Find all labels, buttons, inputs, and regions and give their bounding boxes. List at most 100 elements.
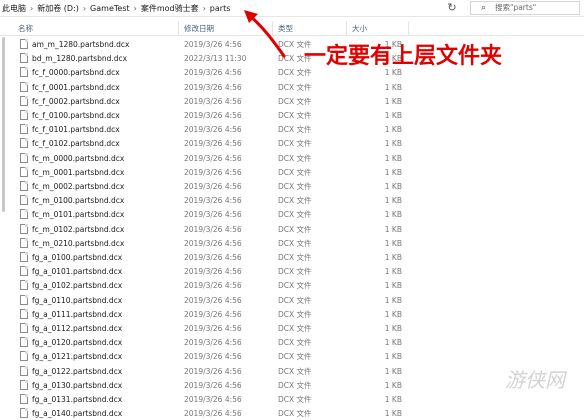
list-item[interactable]: fg_a_0111.partsbnd.dcx 2019/3/26 4:56 DCX …	[0, 308, 584, 321]
file-modified: 2019/3/26 4:56	[184, 395, 242, 404]
column-header-size[interactable]: 大小	[352, 23, 367, 34]
file-type: DCX 文件	[278, 338, 312, 348]
breadcrumb-parts[interactable]: parts	[208, 2, 233, 15]
file-icon	[20, 110, 28, 120]
chevron-right-icon: ›	[202, 4, 206, 13]
file-name: fc_m_0002.partsbnd.dcx	[32, 182, 125, 191]
breadcrumb-drive-d[interactable]: 新加卷 (D:)	[35, 2, 81, 15]
list-item[interactable]: fg_a_0112.partsbnd.dcx 2019/3/26 4:56 DCX …	[0, 322, 584, 335]
file-name: fg_a_0111.partsbnd.dcx	[32, 309, 123, 319]
file-size: 1 KB	[384, 295, 402, 305]
file-size: 1 KB	[384, 196, 402, 206]
file-type: DCX 文件	[278, 238, 312, 248]
file-size: 1 KB	[384, 153, 402, 163]
file-modified: 2019/3/26 4:56	[184, 253, 242, 262]
list-item[interactable]: fg_a_0122.partsbnd.dcx 2019/3/26 4:56 DCX …	[0, 365, 584, 378]
list-item[interactable]: fg_a_0130.partsbnd.dcx 2019/3/26 4:56 DCX …	[0, 379, 584, 392]
list-item[interactable]: fc_m_0100.partsbnd.dcx 2019/3/26 4:56 DCX …	[0, 194, 584, 207]
list-item[interactable]: fc_f_0102.partsbnd.dcx 2019/3/26 4:56 DCX …	[0, 137, 584, 150]
list-item[interactable]: fg_a_0102.partsbnd.dcx 2019/3/26 4:56 DCX …	[0, 279, 584, 292]
file-icon	[20, 124, 28, 135]
search-icon: ⌕	[481, 3, 487, 13]
file-modified: 2019/3/26 4:56	[184, 281, 242, 291]
search-input[interactable]: ⌕ 搜索"parts"	[470, 1, 580, 15]
file-type: DCX 文件	[278, 352, 312, 362]
file-icon	[20, 152, 28, 163]
list-item[interactable]: fg_a_0121.partsbnd.dcx 2019/3/26 4:56 DCX …	[0, 350, 584, 363]
list-item[interactable]: fg_a_0101.partsbnd.dcx 2019/3/26 4:56 DCX …	[0, 265, 584, 278]
list-item[interactable]: fc_f_0101.partsbnd.dcx 2019/3/26 4:56 DCX …	[0, 123, 584, 136]
file-size: 1 KB	[384, 338, 402, 348]
file-name: fg_a_0112.partsbnd.dcx	[32, 324, 123, 333]
column-header-name[interactable]: 名称	[18, 23, 33, 34]
file-size: 1 KB	[384, 111, 402, 120]
column-divider[interactable]	[408, 21, 409, 35]
file-icon	[20, 209, 28, 220]
file-size: 1 KB	[384, 82, 402, 92]
file-modified: 2019/3/26 4:56	[184, 267, 242, 277]
list-item[interactable]: fc_m_0001.partsbnd.dcx 2019/3/26 4:56 DCX …	[0, 166, 584, 179]
list-item[interactable]: fc_m_0210.partsbnd.dcx 2019/3/26 4:56 DCX …	[0, 237, 584, 250]
file-modified: 2019/3/26 4:56	[184, 68, 242, 78]
file-type: DCX 文件	[278, 380, 312, 390]
file-size: 1 KB	[384, 267, 402, 277]
file-modified: 2019/3/26 4:56	[184, 295, 242, 305]
list-item[interactable]: fc_f_0001.partsbnd.dcx 2019/3/26 4:56 DCX …	[0, 81, 584, 94]
file-icon	[20, 365, 28, 376]
file-name: fg_a_0131.partsbnd.dcx	[32, 395, 123, 404]
file-size: 1 KB	[384, 210, 402, 220]
file-size: 1 KB	[384, 167, 402, 177]
list-item[interactable]: fc_f_0002.partsbnd.dcx 2019/3/26 4:56 DCX …	[0, 95, 584, 108]
file-name: fg_a_0100.partsbnd.dcx	[32, 253, 123, 262]
file-name: fg_a_0110.partsbnd.dcx	[32, 295, 123, 305]
list-item[interactable]: fg_a_0131.partsbnd.dcx 2019/3/26 4:56 DCX …	[0, 393, 584, 406]
file-type: DCX 文件	[278, 125, 312, 135]
file-size: 1 KB	[384, 238, 402, 248]
file-modified: 2019/3/26 4:56	[184, 366, 242, 376]
file-icon	[20, 53, 28, 64]
file-size: 1 KB	[384, 253, 402, 262]
refresh-icon[interactable]: ↻	[445, 1, 459, 15]
file-icon	[20, 294, 28, 305]
file-icon	[20, 67, 28, 78]
file-modified: 2019/3/26 4:56	[184, 224, 242, 234]
file-icon	[20, 166, 28, 177]
file-icon	[20, 379, 28, 390]
list-item[interactable]: fg_a_0100.partsbnd.dcx 2019/3/26 4:56 DCX …	[0, 251, 584, 264]
list-item[interactable]: fc_m_0000.partsbnd.dcx 2019/3/26 4:56 DCX …	[0, 152, 584, 165]
column-divider[interactable]	[346, 21, 347, 35]
file-type: DCX 文件	[278, 253, 312, 262]
file-name: fg_a_0121.partsbnd.dcx	[32, 352, 123, 362]
list-item[interactable]: fg_a_0140.partsbnd.dcx 2019/3/26 4:56 DCX …	[0, 407, 584, 420]
file-name: fc_f_0102.partsbnd.dcx	[32, 139, 120, 149]
file-icon	[20, 323, 28, 333]
file-type: DCX 文件	[278, 153, 312, 163]
list-item[interactable]: fg_a_0110.partsbnd.dcx 2019/3/26 4:56 DCX …	[0, 294, 584, 307]
file-icon	[20, 308, 28, 319]
file-size: 1 KB	[384, 380, 402, 390]
column-divider[interactable]	[178, 21, 179, 35]
list-item[interactable]: fg_a_0120.partsbnd.dcx 2019/3/26 4:56 DCX …	[0, 336, 584, 349]
list-item[interactable]: fc_f_0100.partsbnd.dcx 2019/3/26 4:56 DCX …	[0, 109, 584, 122]
file-type: DCX 文件	[278, 82, 312, 92]
file-type: DCX 文件	[278, 224, 312, 234]
list-item[interactable]: fc_m_0101.partsbnd.dcx 2019/3/26 4:56 DCX …	[0, 208, 584, 221]
file-icon	[20, 252, 28, 262]
column-header-modified[interactable]: 修改日期	[184, 23, 214, 34]
file-name: fc_f_0002.partsbnd.dcx	[32, 96, 120, 106]
file-size: 1 KB	[384, 409, 402, 419]
file-size: 1 KB	[384, 125, 402, 135]
list-item[interactable]: fc_m_0102.partsbnd.dcx 2019/3/26 4:56 DCX …	[0, 223, 584, 236]
file-name: fc_m_0100.partsbnd.dcx	[32, 196, 125, 206]
breadcrumb-gametest[interactable]: GameTest	[88, 2, 132, 15]
breadcrumb-this-pc[interactable]: 此电脑	[0, 2, 28, 15]
file-name: fg_a_0130.partsbnd.dcx	[32, 380, 123, 390]
file-type: DCX 文件	[278, 366, 312, 376]
file-size: 1 KB	[384, 281, 402, 291]
file-type: DCX 文件	[278, 395, 312, 404]
file-icon	[20, 408, 28, 419]
file-modified: 2019/3/26 4:56	[184, 238, 242, 248]
file-modified: 2019/3/26 4:56	[184, 139, 242, 149]
breadcrumb-mod-folder[interactable]: 案件mod骑士套	[139, 2, 201, 15]
list-item[interactable]: fc_m_0002.partsbnd.dcx 2019/3/26 4:56 DCX …	[0, 180, 584, 193]
